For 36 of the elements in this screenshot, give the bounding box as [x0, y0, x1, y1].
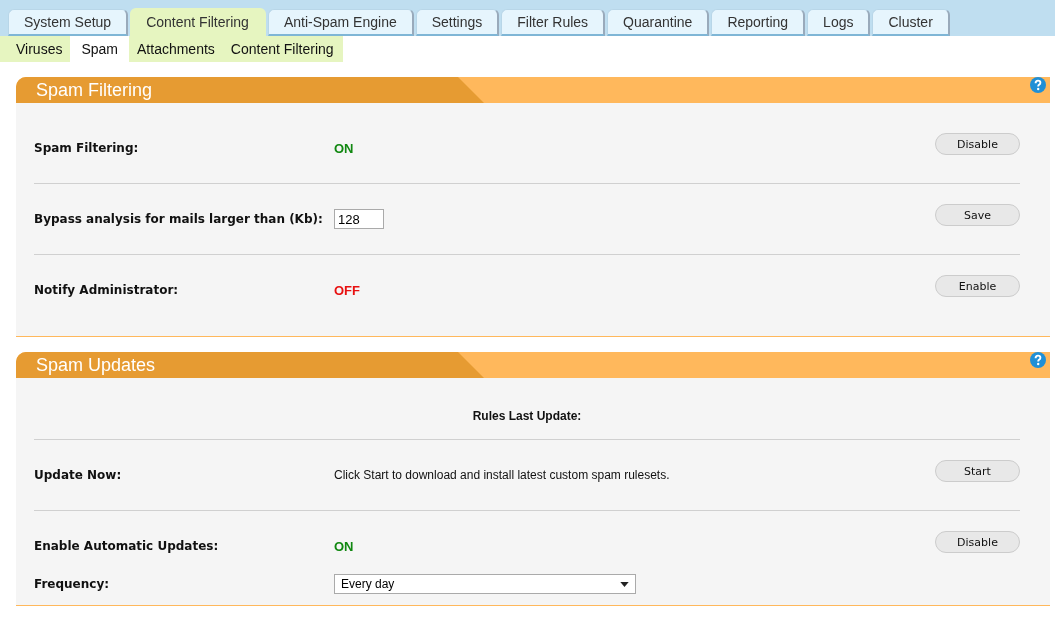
- field-label: Update Now:: [34, 468, 123, 482]
- field-label: Enable Automatic Updates:: [34, 539, 220, 553]
- size-input-field[interactable]: 128: [334, 209, 384, 229]
- nav-tab[interactable]: System Setup: [8, 9, 129, 36]
- field-label: Spam Filtering:: [34, 141, 140, 155]
- nav-tab[interactable]: Filter Rules: [501, 9, 606, 36]
- nav-tab[interactable]: Quarantine: [607, 9, 710, 36]
- nav-tab[interactable]: Settings: [415, 9, 500, 36]
- caret-icon: [620, 581, 629, 587]
- sub-tab[interactable]: Attachments: [129, 36, 223, 62]
- nav-tab[interactable]: Cluster: [872, 9, 950, 36]
- action-button[interactable]: Start: [935, 460, 1020, 482]
- status-text: ON: [334, 140, 354, 156]
- field-label: Frequency:: [34, 577, 111, 591]
- action-button[interactable]: Disable: [935, 531, 1020, 553]
- description-text: Click Start to download and install latest custom spam rulesets.: [334, 468, 670, 482]
- panel-title: Spam Updates: [36, 354, 156, 376]
- field-label: Bypass analysis for mails larger than (Kb):: [34, 212, 324, 226]
- field-heading: Rules Last Update:: [471, 409, 583, 423]
- sub-tab[interactable]: Content Filtering: [222, 36, 342, 62]
- action-button[interactable]: Save: [935, 204, 1020, 226]
- status-text: ON: [334, 538, 354, 554]
- nav-tab[interactable]: Reporting: [711, 9, 806, 36]
- sub-tab[interactable]: Viruses: [0, 36, 71, 62]
- nav-tab[interactable]: Logs: [807, 9, 871, 36]
- action-button[interactable]: Enable: [935, 275, 1020, 297]
- nav-tab[interactable]: Content Filtering: [130, 8, 266, 36]
- nav-tab[interactable]: Anti-Spam Engine: [267, 9, 414, 36]
- help-icon[interactable]: [1030, 77, 1046, 93]
- panel-title: Spam Filtering: [36, 79, 153, 101]
- sub-tab[interactable]: Spam: [70, 36, 129, 62]
- field-label: Notify Administrator:: [34, 283, 180, 297]
- status-text: OFF: [334, 282, 360, 298]
- help-icon[interactable]: [1030, 352, 1046, 368]
- frequency-dropdown[interactable]: Every day: [334, 574, 636, 594]
- action-button[interactable]: Disable: [935, 133, 1020, 155]
